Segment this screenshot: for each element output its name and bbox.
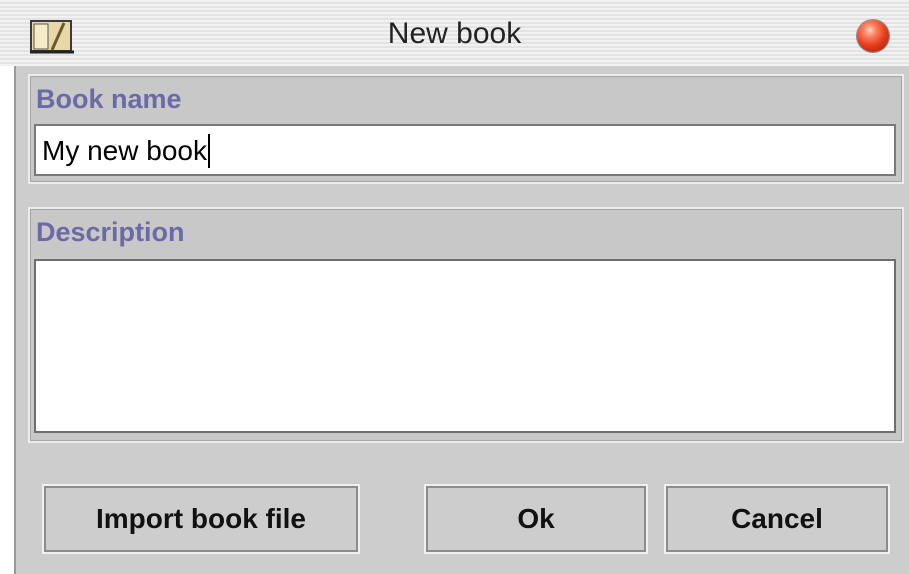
window-title: New book — [387, 17, 522, 50]
close-icon[interactable] — [857, 20, 889, 52]
book-name-input[interactable]: My new book — [34, 124, 896, 176]
book-name-value: My new book — [42, 135, 207, 166]
new-book-dialog: New book Book name My new book Descripti… — [0, 0, 909, 574]
book-name-group: Book name My new book — [28, 74, 904, 184]
ok-button[interactable]: Ok — [424, 484, 648, 554]
description-group: Description — [28, 207, 904, 443]
cancel-button[interactable]: Cancel — [664, 484, 890, 554]
book-name-label: Book name — [36, 84, 182, 114]
import-book-file-button[interactable]: Import book file — [42, 484, 360, 554]
dialog-body: Book name My new book Description Import… — [14, 66, 909, 574]
text-caret — [207, 134, 210, 168]
title-bar[interactable]: New book — [0, 0, 909, 66]
description-label: Description — [36, 217, 185, 247]
description-textarea[interactable] — [34, 259, 896, 433]
